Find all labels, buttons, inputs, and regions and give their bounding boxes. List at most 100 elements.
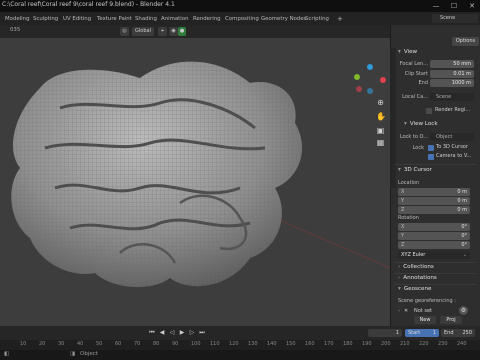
next-keyframe-icon[interactable]: ▷ [188,329,196,337]
ruler-tick: 120 [229,341,239,347]
grid-axis-line [269,215,390,269]
tab-compositing[interactable]: Compositing [222,14,262,24]
annotations-section-header[interactable]: › Annotations [398,275,437,281]
snap-icon[interactable]: ⌖ [158,27,167,36]
window-title: C:\Coral reef\Coral reef 9\coral reef 9.… [2,1,175,8]
transform-pivot-icon[interactable]: ◎ [120,27,129,36]
end-frame-field[interactable]: End 250 [441,329,475,337]
ruler-tick: 70 [134,341,141,347]
ruler-tick: 20 [39,341,46,347]
ruler-tick: 180 [343,341,353,347]
camera-to-view-checkbox[interactable] [428,154,434,160]
play-reverse-icon[interactable]: ◁ [168,329,176,337]
gear-icon[interactable]: ⚙ [459,306,468,315]
to-3d-cursor-checkbox[interactable] [428,145,434,151]
location-y-value: 0 m [457,198,467,204]
geoscene-section-header[interactable]: ▾ Geoscene [398,286,431,292]
camera-view-icon[interactable]: ▣ [376,126,385,135]
sidebar-tab-strip[interactable] [390,48,396,188]
current-frame-field[interactable]: 1 [368,329,402,337]
orientation-dropdown[interactable]: Global [132,27,154,36]
close-button[interactable]: ✕ [464,0,480,12]
expand-arrow-icon[interactable]: › [398,308,400,314]
overlay-toggle-icon[interactable]: ● [178,27,186,36]
tab-animation[interactable]: Animation [158,14,191,24]
3d-cursor-title: 3D Cursor [403,167,432,173]
lock-object-field[interactable]: Object [430,133,474,141]
minimize-button[interactable]: — [428,0,444,12]
view-section-header[interactable]: ▾ View [398,49,417,55]
divider [394,284,476,285]
rotation-mode-dropdown[interactable]: XYZ Euler ⌄ [398,251,470,259]
chevron-down-icon: ▾ [404,121,407,127]
start-value: 1 [432,330,436,336]
collections-section-header[interactable]: › Collections [398,264,434,270]
tab-shading[interactable]: Shading [132,14,160,24]
cursor-rotation-x[interactable]: X 0° [398,223,470,231]
perspective-grid-icon[interactable]: ▦ [376,138,385,147]
clip-start-label: Clip Start [404,71,428,77]
pan-hand-icon[interactable]: ✋ [376,112,386,121]
lock-label: Lock [412,145,424,151]
gizmo-z-axis[interactable] [367,64,373,70]
cursor-location-z[interactable]: Z 0 m [398,206,470,214]
tab-uv-editing[interactable]: UV Editing [60,14,94,24]
coral-reef-mesh[interactable] [0,38,390,326]
location-label: Location [398,180,420,186]
ruler-tick: 160 [305,341,315,347]
frame-indicator: 035 [10,27,21,33]
timeline-ruler[interactable]: 10 20 30 40 50 60 70 80 90 100 110 120 130 140 150 160 1… [0,340,480,350]
gizmo-neg-z[interactable] [367,88,373,94]
maximize-button[interactable]: ☐ [446,0,462,12]
cursor-rotation-y[interactable]: Y 0° [398,232,470,240]
clip-start-field[interactable]: 0.01 m [430,70,474,78]
scene-selector[interactable]: Scene [432,14,478,23]
prev-keyframe-icon[interactable]: ◀ [158,329,166,337]
title-bar: C:\Coral reef\Coral reef 9\coral reef 9.… [0,0,480,12]
chevron-down-icon: ▾ [398,49,401,55]
proportional-edit-icon[interactable]: ◉ [169,27,178,36]
workspace-tabs: Modeling Sculpting UV Editing Texture Pa… [0,12,480,25]
gizmo-neg-x[interactable] [356,86,362,92]
rotation-y-value: 0° [461,233,467,239]
3d-viewport[interactable]: ⊕ ✋ ▣ ▦ [0,38,390,326]
rotation-x-value: 0° [461,224,467,230]
tab-scripting[interactable]: Scripting [302,14,332,24]
ruler-tick: 90 [172,341,179,347]
render-region-checkbox[interactable] [426,108,432,114]
gizmo-x-axis[interactable] [380,77,386,83]
georeferencing-label: Scene georeferencing : [398,298,456,304]
clip-end-field[interactable]: 1000 m [430,79,474,87]
ruler-tick: 100 [191,341,201,347]
cursor-rotation-z[interactable]: Z 0° [398,241,470,249]
focal-length-field[interactable]: 50 mm [430,60,474,68]
cursor-location-y[interactable]: Y 0 m [398,197,470,205]
ruler-tick: 140 [267,341,277,347]
3d-cursor-section-header[interactable]: ▾ 3D Cursor [398,167,432,173]
jump-start-icon[interactable]: ⏮ [148,329,156,337]
rot-axis-label-y: Y [401,233,405,239]
tab-sculpting[interactable]: Sculpting [30,14,61,24]
tab-texture-paint[interactable]: Texture Paint [94,14,135,24]
play-icon[interactable]: ▶ [178,329,186,337]
chevron-right-icon: › [398,264,401,270]
add-workspace-icon[interactable]: + [334,14,346,24]
local-camera-field[interactable]: Scene [430,93,474,101]
tab-rendering[interactable]: Rendering [190,14,224,24]
navigation-gizmo[interactable] [350,60,390,100]
tab-modeling[interactable]: Modeling [2,14,33,24]
local-camera-label: Local Ca... [402,94,428,100]
options-button[interactable]: Options [452,37,479,46]
ruler-tick: 240 [457,341,467,347]
axis-label-z: Z [401,207,405,213]
view-lock-section-header[interactable]: ▾ View Lock [404,121,438,127]
start-frame-field[interactable]: Start 1 [405,329,439,337]
zoom-icon[interactable]: ⊕ [376,98,385,107]
gizmo-y-axis[interactable] [354,74,360,80]
mouse-select-icon: ◧ [4,351,10,357]
cursor-location-x[interactable]: X 0 m [398,188,470,196]
ruler-tick: 220 [419,341,429,347]
new-button[interactable]: New [414,316,436,324]
jump-end-icon[interactable]: ⏭ [198,329,206,337]
proj-button[interactable]: Proj [440,316,462,324]
